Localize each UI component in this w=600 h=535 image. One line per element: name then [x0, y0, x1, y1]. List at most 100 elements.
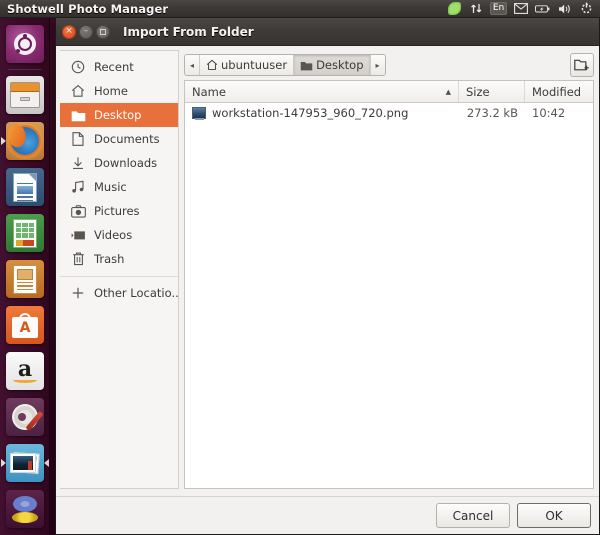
file-size-cell: 273.2 kB [459, 106, 525, 120]
launcher-item-amazon[interactable]: a [0, 348, 50, 394]
launcher-item-shotwell[interactable] [0, 440, 50, 486]
sidebar-item-label: Desktop [94, 108, 141, 122]
sidebar-item-home[interactable]: Home [60, 79, 178, 103]
network-icon[interactable] [469, 1, 484, 17]
sidebar-item-label: Downloads [94, 156, 157, 170]
sidebar-item-label: Videos [94, 228, 132, 242]
trash-icon [70, 251, 86, 267]
firefox-icon [6, 122, 44, 160]
sidebar-item-other-locations[interactable]: Other Locatio... [60, 281, 178, 305]
close-icon[interactable]: × [62, 25, 76, 39]
breadcrumb-back-button[interactable]: ◂ [185, 55, 200, 75]
file-name-label: workstation-147953_960_720.png [212, 106, 408, 120]
system-menu-icon[interactable] [579, 1, 594, 17]
column-header-modified[interactable]: Modified [525, 81, 593, 102]
launcher-item-ubuntu-software[interactable]: A [0, 302, 50, 348]
column-label: Modified [532, 85, 581, 99]
column-header-size[interactable]: Size [459, 81, 525, 102]
folder-icon [300, 60, 313, 71]
file-list[interactable]: Name ▲ Size Modified worksta [184, 80, 594, 489]
dialog-titlebar[interactable]: × – Import From Folder [56, 18, 599, 46]
dialog-body: Recent Home Desktop [56, 46, 599, 496]
column-label: Size [466, 85, 490, 99]
document-icon [70, 131, 86, 147]
panel-app-title[interactable]: Shotwell Photo Manager [0, 2, 168, 16]
launcher-separator [8, 69, 42, 70]
launcher-item-workspace-disc[interactable] [0, 486, 50, 532]
video-icon [70, 227, 86, 243]
settings-icon [6, 398, 44, 436]
sidebar-item-music[interactable]: Music [60, 175, 178, 199]
keyboard-layout-indicator[interactable]: En [491, 1, 506, 17]
dialog-action-bar: Cancel OK [56, 496, 599, 534]
create-folder-icon[interactable] [570, 53, 594, 77]
calc-icon [6, 214, 44, 252]
minimize-icon[interactable]: – [79, 25, 93, 39]
desktop: Shotwell Photo Manager En [0, 0, 600, 535]
import-from-folder-dialog: × – Import From Folder Recent Home [55, 18, 600, 535]
sidebar-item-label: Music [94, 180, 127, 194]
places-sidebar: Recent Home Desktop [60, 50, 179, 489]
cancel-button[interactable]: Cancel [436, 503, 510, 528]
sidebar-item-recent[interactable]: Recent [60, 55, 178, 79]
sidebar-item-downloads[interactable]: Downloads [60, 151, 178, 175]
sort-ascending-icon: ▲ [446, 88, 451, 96]
file-name-cell: workstation-147953_960_720.png [185, 106, 459, 120]
sidebar-item-label: Home [94, 84, 128, 98]
sidebar-divider [60, 276, 178, 277]
breadcrumb: ◂ ubuntuuser Desktop [184, 54, 386, 76]
table-row[interactable]: workstation-147953_960_720.png 273.2 kB … [185, 103, 593, 123]
launcher-item-libreoffice-impress[interactable] [0, 256, 50, 302]
music-icon [70, 179, 86, 195]
volume-icon[interactable] [557, 1, 572, 17]
sidebar-item-desktop[interactable]: Desktop [60, 103, 178, 127]
files-icon [6, 76, 44, 114]
launcher-item-libreoffice-writer[interactable] [0, 164, 50, 210]
ok-button[interactable]: OK [517, 503, 591, 528]
sidebar-item-pictures[interactable]: Pictures [60, 199, 178, 223]
column-label: Name [192, 85, 226, 99]
breadcrumb-item-ubuntuuser[interactable]: ubuntuuser [200, 55, 294, 75]
top-panel: Shotwell Photo Manager En [0, 0, 600, 18]
impress-icon [6, 260, 44, 298]
keyboard-layout-label: En [490, 2, 507, 15]
sidebar-item-label: Documents [94, 132, 160, 146]
sidebar-item-label: Pictures [94, 204, 140, 218]
pathbar-row: ◂ ubuntuuser Desktop [184, 50, 594, 80]
launcher-item-ubuntu-dash[interactable] [0, 21, 50, 67]
file-browser: ◂ ubuntuuser Desktop [184, 50, 594, 489]
column-header-name[interactable]: Name ▲ [185, 81, 459, 102]
unity-launcher: A a [0, 18, 50, 535]
maximize-icon[interactable] [96, 25, 110, 39]
notification-leaf-icon[interactable] [447, 1, 462, 17]
battery-icon[interactable] [535, 1, 550, 17]
breadcrumb-forward-button[interactable]: ▸ [371, 55, 385, 75]
sidebar-item-label: Trash [94, 252, 124, 266]
file-modified-cell: 10:42 [525, 106, 593, 120]
mail-icon[interactable] [513, 1, 528, 17]
clock-icon [70, 59, 86, 75]
dialog-title: Import From Folder [123, 25, 254, 39]
breadcrumb-item-desktop[interactable]: Desktop [294, 55, 370, 75]
sidebar-item-videos[interactable]: Videos [60, 223, 178, 247]
workspace-disc-icon [6, 490, 44, 528]
sidebar-item-documents[interactable]: Documents [60, 127, 178, 151]
file-list-header: Name ▲ Size Modified [185, 81, 593, 103]
launcher-item-libreoffice-calc[interactable] [0, 210, 50, 256]
sidebar-item-label: Other Locatio... [94, 286, 179, 300]
shotwell-icon [6, 444, 44, 482]
launcher-item-files[interactable] [0, 72, 50, 118]
home-icon [70, 83, 86, 99]
camera-icon [70, 203, 86, 219]
download-icon [70, 155, 86, 171]
image-thumbnail-icon [192, 107, 206, 119]
folder-icon [70, 107, 86, 123]
sidebar-item-trash[interactable]: Trash [60, 247, 178, 271]
launcher-item-system-settings[interactable] [0, 394, 50, 440]
software-icon: A [6, 306, 44, 344]
focused-indicator [44, 459, 49, 467]
breadcrumb-label: ubuntuuser [221, 58, 287, 72]
breadcrumb-label: Desktop [316, 58, 363, 72]
launcher-item-firefox[interactable] [0, 118, 50, 164]
sidebar-item-label: Recent [94, 60, 134, 74]
